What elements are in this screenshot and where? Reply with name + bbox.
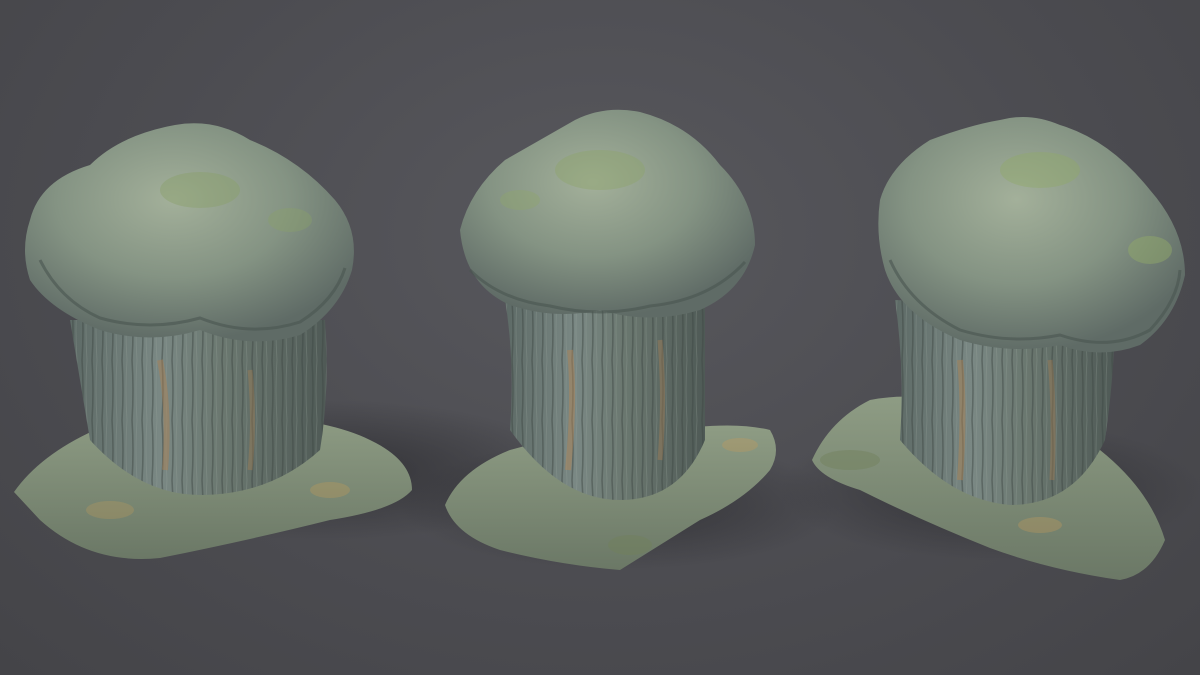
render-viewport <box>0 0 1200 675</box>
rock-formation-center <box>400 109 840 570</box>
rock-cap <box>25 123 354 342</box>
rock-formation-right <box>780 116 1200 580</box>
rock-cap <box>878 116 1185 353</box>
rock-render-canvas <box>14 109 1200 580</box>
moss-patch <box>555 150 645 190</box>
rock-cap <box>460 109 755 318</box>
rust-stain <box>957 359 966 481</box>
moss-patch <box>1000 152 1080 188</box>
moss-patch <box>160 172 240 208</box>
